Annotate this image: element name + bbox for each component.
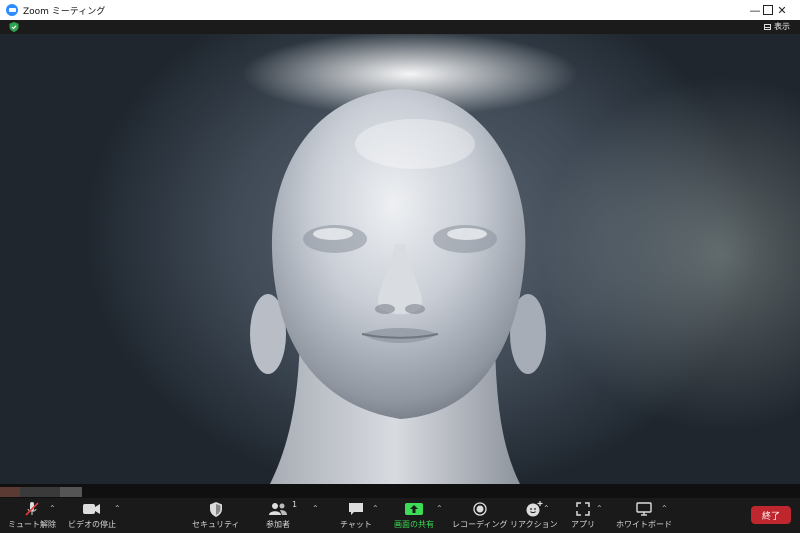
stop-video-button[interactable]: ビデオの停止 [68, 500, 116, 530]
apps-button[interactable]: アプリ [571, 500, 595, 530]
participants-label: 参加者 [266, 520, 290, 529]
reaction-emoji-icon [526, 501, 543, 517]
record-icon [473, 502, 487, 516]
stop-video-label: ビデオの停止 [68, 520, 116, 529]
participants-icon [269, 503, 287, 515]
muted-mic-icon [25, 502, 39, 516]
apps-label: アプリ [571, 520, 595, 529]
apps-icon [576, 502, 590, 516]
chat-label: チャット [340, 520, 372, 529]
apps-options-caret-icon[interactable]: ⌃ [596, 504, 603, 513]
whiteboard-icon [636, 502, 652, 516]
reactions-options-caret-icon[interactable]: ⌃ [543, 504, 550, 513]
security-shield-icon [209, 501, 222, 517]
share-screen-label: 画面の共有 [394, 520, 434, 529]
share-options-caret-icon[interactable]: ⌃ [436, 504, 443, 513]
whiteboard-options-caret-icon[interactable]: ⌃ [661, 504, 668, 513]
security-label: セキュリティ [192, 520, 240, 529]
security-button[interactable]: セキュリティ [192, 500, 240, 530]
view-label: 表示 [774, 22, 790, 31]
share-screen-arrow-icon [405, 503, 423, 515]
chat-options-caret-icon[interactable]: ⌃ [372, 504, 379, 513]
thumbnail-block [60, 487, 82, 497]
chat-button[interactable]: チャット [340, 500, 372, 530]
grid-icon [764, 23, 771, 30]
participants-options-caret-icon[interactable]: ⌃ [312, 504, 319, 513]
unmute-label: ミュート解除 [8, 520, 56, 529]
video-options-caret-icon[interactable]: ⌃ [114, 504, 121, 513]
reactions-button[interactable]: リアクション [510, 500, 558, 530]
participants-count: 1 [292, 500, 298, 509]
thumbnail-block [20, 487, 60, 497]
thumbnail-block [0, 487, 20, 497]
title-bar: Zoom ミーティング — ✕ [0, 0, 800, 20]
video-camera-icon [83, 504, 100, 514]
participants-button[interactable]: 1 参加者 [266, 500, 297, 530]
mannequin-head-image [250, 89, 546, 484]
audio-options-caret-icon[interactable]: ⌃ [49, 504, 56, 513]
end-label: 終了 [761, 511, 780, 522]
reactions-label: リアクション [510, 520, 558, 529]
record-button[interactable]: レコーディング [452, 500, 507, 530]
video-feed [0, 34, 800, 484]
meeting-top-bar: 表示 [0, 20, 800, 34]
meeting-toolbar: ミュート解除 ⌃ ビデオの停止 ⌃ セキュリティ 1 参加者 ⌃ チャット ⌃ … [0, 498, 800, 533]
chat-bubble-icon [348, 503, 363, 515]
whiteboard-label: ホワイトボード [616, 520, 672, 529]
close-button[interactable]: ✕ [768, 0, 796, 20]
maximize-button[interactable] [738, 0, 773, 20]
zoom-logo-icon [6, 4, 18, 16]
encryption-shield-icon[interactable] [9, 22, 19, 32]
share-screen-button[interactable]: 画面の共有 [394, 500, 434, 530]
window-title: Zoom ミーティング [23, 6, 106, 17]
view-button[interactable]: 表示 [764, 21, 790, 32]
record-label: レコーディング [452, 520, 508, 529]
thumbnail-strip [0, 484, 800, 498]
end-meeting-button[interactable]: 終了 [751, 506, 791, 524]
